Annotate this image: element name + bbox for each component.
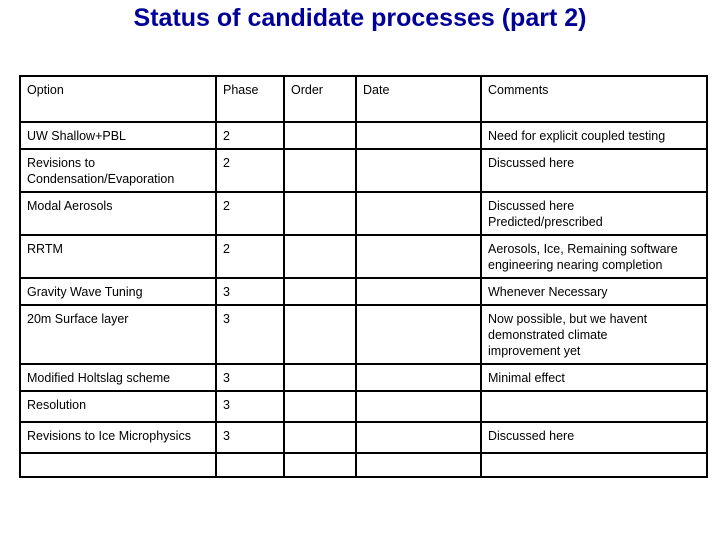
column-header-date: Date [355,75,482,123]
cell-option: Revisions to Ice Microphysics [19,421,217,454]
cell-date [355,277,482,306]
comment-line: Need for explicit coupled testing [488,129,666,143]
cell-phase: 2 [215,191,285,236]
cell-order [283,452,357,478]
comment-line: Discussed here [488,156,575,170]
cell-option: Gravity Wave Tuning [19,277,217,306]
cell-option: Modified Holtslag scheme [19,363,217,392]
cell-comments: Need for explicit coupled testing [480,121,708,150]
cell-comments [480,452,708,478]
cell-phase [215,452,285,478]
table-row: 20m Surface layer 3 Now possible, but we… [19,304,708,365]
page-title: Status of candidate processes (part 2) [133,4,587,32]
comment-line: Minimal effect [488,371,565,385]
cell-phase: 3 [215,390,285,423]
cell-option: Resolution [19,390,217,423]
comment-line: Whenever Necessary [488,285,608,299]
cell-order [283,363,357,392]
table-row: Revisions to Ice Microphysics 3 Discusse… [19,421,708,454]
table-row: Gravity Wave Tuning 3 Whenever Necessary [19,277,708,306]
cell-order [283,121,357,150]
cell-order [283,421,357,454]
cell-order [283,277,357,306]
comment-line: Discussed here [488,429,575,443]
comment-line: improvement yet [488,344,581,358]
cell-phase: 2 [215,121,285,150]
cell-date [355,121,482,150]
cell-option [19,452,217,478]
cell-option: Revisions to Condensation/Evaporation [19,148,217,193]
table-row: Revisions to Condensation/Evaporation 2 … [19,148,708,193]
table-row: Modal Aerosols 2 Discussed here Predicte… [19,191,708,236]
cell-comments: Minimal effect [480,363,708,392]
cell-phase: 3 [215,363,285,392]
cell-comments: Now possible, but we havent demonstrated… [480,304,708,365]
status-table-container: Option Phase Order Date Comments UW Shal… [19,75,708,478]
cell-option: 20m Surface layer [19,304,217,365]
cell-comments [480,390,708,423]
cell-comments: Discussed here [480,421,708,454]
cell-order [283,234,357,279]
option-line: Condensation/Evaporation [27,172,175,186]
table-row: Resolution 3 [19,390,708,423]
status-table: Option Phase Order Date Comments UW Shal… [19,75,708,478]
table-header-row: Option Phase Order Date Comments [19,75,708,123]
cell-option: RRTM [19,234,217,279]
cell-date [355,390,482,423]
cell-comments: Aerosols, Ice, Remaining software engine… [480,234,708,279]
table-row: UW Shallow+PBL 2 Need for explicit coupl… [19,121,708,150]
cell-phase: 3 [215,277,285,306]
column-header-option: Option [19,75,217,123]
comment-line: Predicted/prescribed [488,215,603,229]
cell-order [283,304,357,365]
comment-line: engineering nearing completion [488,258,663,272]
slide-canvas: Status of candidate processes (part 2) O… [0,0,720,540]
cell-comments: Discussed here [480,148,708,193]
column-header-phase: Phase [215,75,285,123]
table-header: Option Phase Order Date Comments [19,75,708,123]
table-row: RRTM 2 Aerosols, Ice, Remaining software… [19,234,708,279]
cell-date [355,304,482,365]
cell-order [283,191,357,236]
cell-date [355,363,482,392]
comment-line: Aerosols, Ice, Remaining software [488,242,678,256]
comment-line: Discussed here [488,199,575,213]
cell-order [283,390,357,423]
table-row: Modified Holtslag scheme 3 Minimal effec… [19,363,708,392]
cell-phase: 3 [215,304,285,365]
cell-comments: Whenever Necessary [480,277,708,306]
comment-line: demonstrated climate [488,328,608,342]
option-line: Revisions to [27,156,96,170]
cell-date [355,421,482,454]
cell-phase: 2 [215,234,285,279]
column-header-comments: Comments [480,75,708,123]
cell-date [355,148,482,193]
cell-order [283,148,357,193]
cell-option: UW Shallow+PBL [19,121,217,150]
cell-option: Modal Aerosols [19,191,217,236]
column-header-order: Order [283,75,357,123]
table-row-empty [19,452,708,478]
cell-comments: Discussed here Predicted/prescribed [480,191,708,236]
cell-phase: 2 [215,148,285,193]
comment-line: Now possible, but we havent [488,312,648,326]
table-body: UW Shallow+PBL 2 Need for explicit coupl… [19,121,708,478]
cell-date [355,234,482,279]
cell-date [355,452,482,478]
cell-phase: 3 [215,421,285,454]
cell-date [355,191,482,236]
